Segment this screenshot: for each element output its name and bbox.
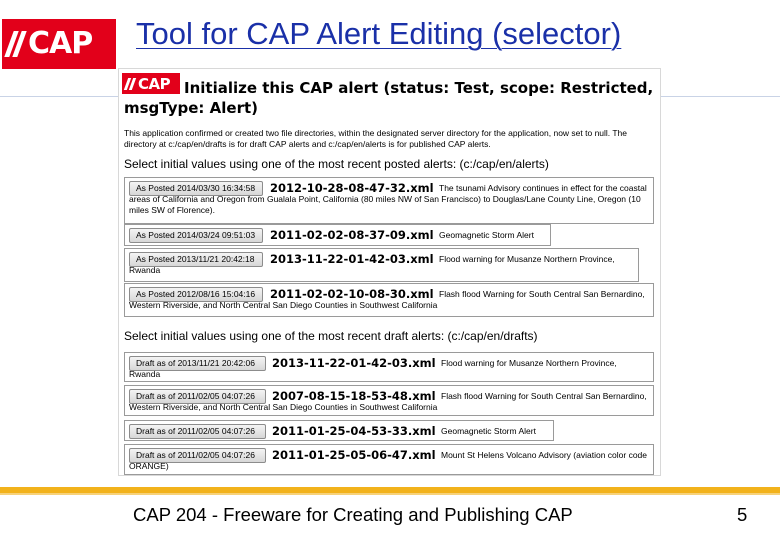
draft-alert-row: Draft as of 2011/02/05 04:07:26 2007-08-… [124, 385, 654, 416]
posted-alert-row: As Posted 2013/11/21 20:42:18 2013-11-22… [124, 248, 639, 282]
select-draft-alert-button[interactable]: Draft as of 2011/02/05 04:07:26 [129, 448, 266, 463]
draft-alert-row: Draft as of 2011/02/05 04:07:26 2011-01-… [124, 444, 654, 475]
app-screenshot-panel: CAP Initialize this CAP alert (status: T… [118, 68, 661, 476]
select-draft-alert-button[interactable]: Draft as of 2011/02/05 04:07:26 [129, 424, 266, 439]
draft-alert-row: Draft as of 2011/02/05 04:07:26 2011-01-… [124, 420, 554, 441]
panel-description: This application confirmed or created tw… [124, 128, 628, 149]
draft-alerts-label: Select initial values using one of the m… [124, 329, 538, 343]
cap-logo-text: CAP [28, 26, 93, 61]
alert-filename: 2013-11-22-01-42-03.xml [272, 356, 436, 370]
slide-title[interactable]: Tool for CAP Alert Editing (selector) [136, 16, 621, 52]
alert-filename: 2012-10-28-08-47-32.xml [270, 181, 434, 195]
footer-text: CAP 204 - Freeware for Creating and Publ… [133, 504, 573, 525]
select-draft-alert-button[interactable]: Draft as of 2013/11/21 20:42:06 [129, 356, 266, 371]
footer-bar-shadow [0, 493, 780, 495]
posted-alert-row: As Posted 2012/08/16 15:04:16 2011-02-02… [124, 283, 654, 317]
select-posted-alert-button[interactable]: As Posted 2014/03/30 16:34:58 [129, 181, 263, 196]
alert-filename: 2011-01-25-04-53-33.xml [272, 424, 436, 438]
posted-alert-row: As Posted 2014/03/30 16:34:58 2012-10-28… [124, 177, 654, 224]
select-posted-alert-button[interactable]: As Posted 2013/11/21 20:42:18 [129, 252, 263, 267]
panel-heading: Initialize this CAP alert (status: Test,… [124, 79, 654, 117]
alert-filename: 2011-01-25-05-06-47.xml [272, 448, 436, 462]
alert-filename: 2011-02-02-08-37-09.xml [270, 228, 434, 242]
select-posted-alert-button[interactable]: As Posted 2012/08/16 15:04:16 [129, 287, 263, 302]
select-draft-alert-button[interactable]: Draft as of 2011/02/05 04:07:26 [129, 389, 266, 404]
select-posted-alert-button[interactable]: As Posted 2014/03/24 09:51:03 [129, 228, 263, 243]
posted-alert-row: As Posted 2014/03/24 09:51:03 2011-02-02… [124, 224, 551, 246]
alert-filename: 2011-02-02-10-08-30.xml [270, 287, 434, 301]
alert-filename: 2007-08-15-18-53-48.xml [272, 389, 436, 403]
cap-logo-bars-icon [4, 29, 27, 59]
cap-logo-mark: CAP [4, 26, 93, 61]
posted-alerts-label: Select initial values using one of the m… [124, 157, 549, 171]
alert-filename: 2013-11-22-01-42-03.xml [270, 252, 434, 266]
cap-logo: CAP [2, 19, 116, 69]
draft-alert-row: Draft as of 2013/11/21 20:42:06 2013-11-… [124, 352, 654, 382]
page-number: 5 [737, 504, 748, 525]
